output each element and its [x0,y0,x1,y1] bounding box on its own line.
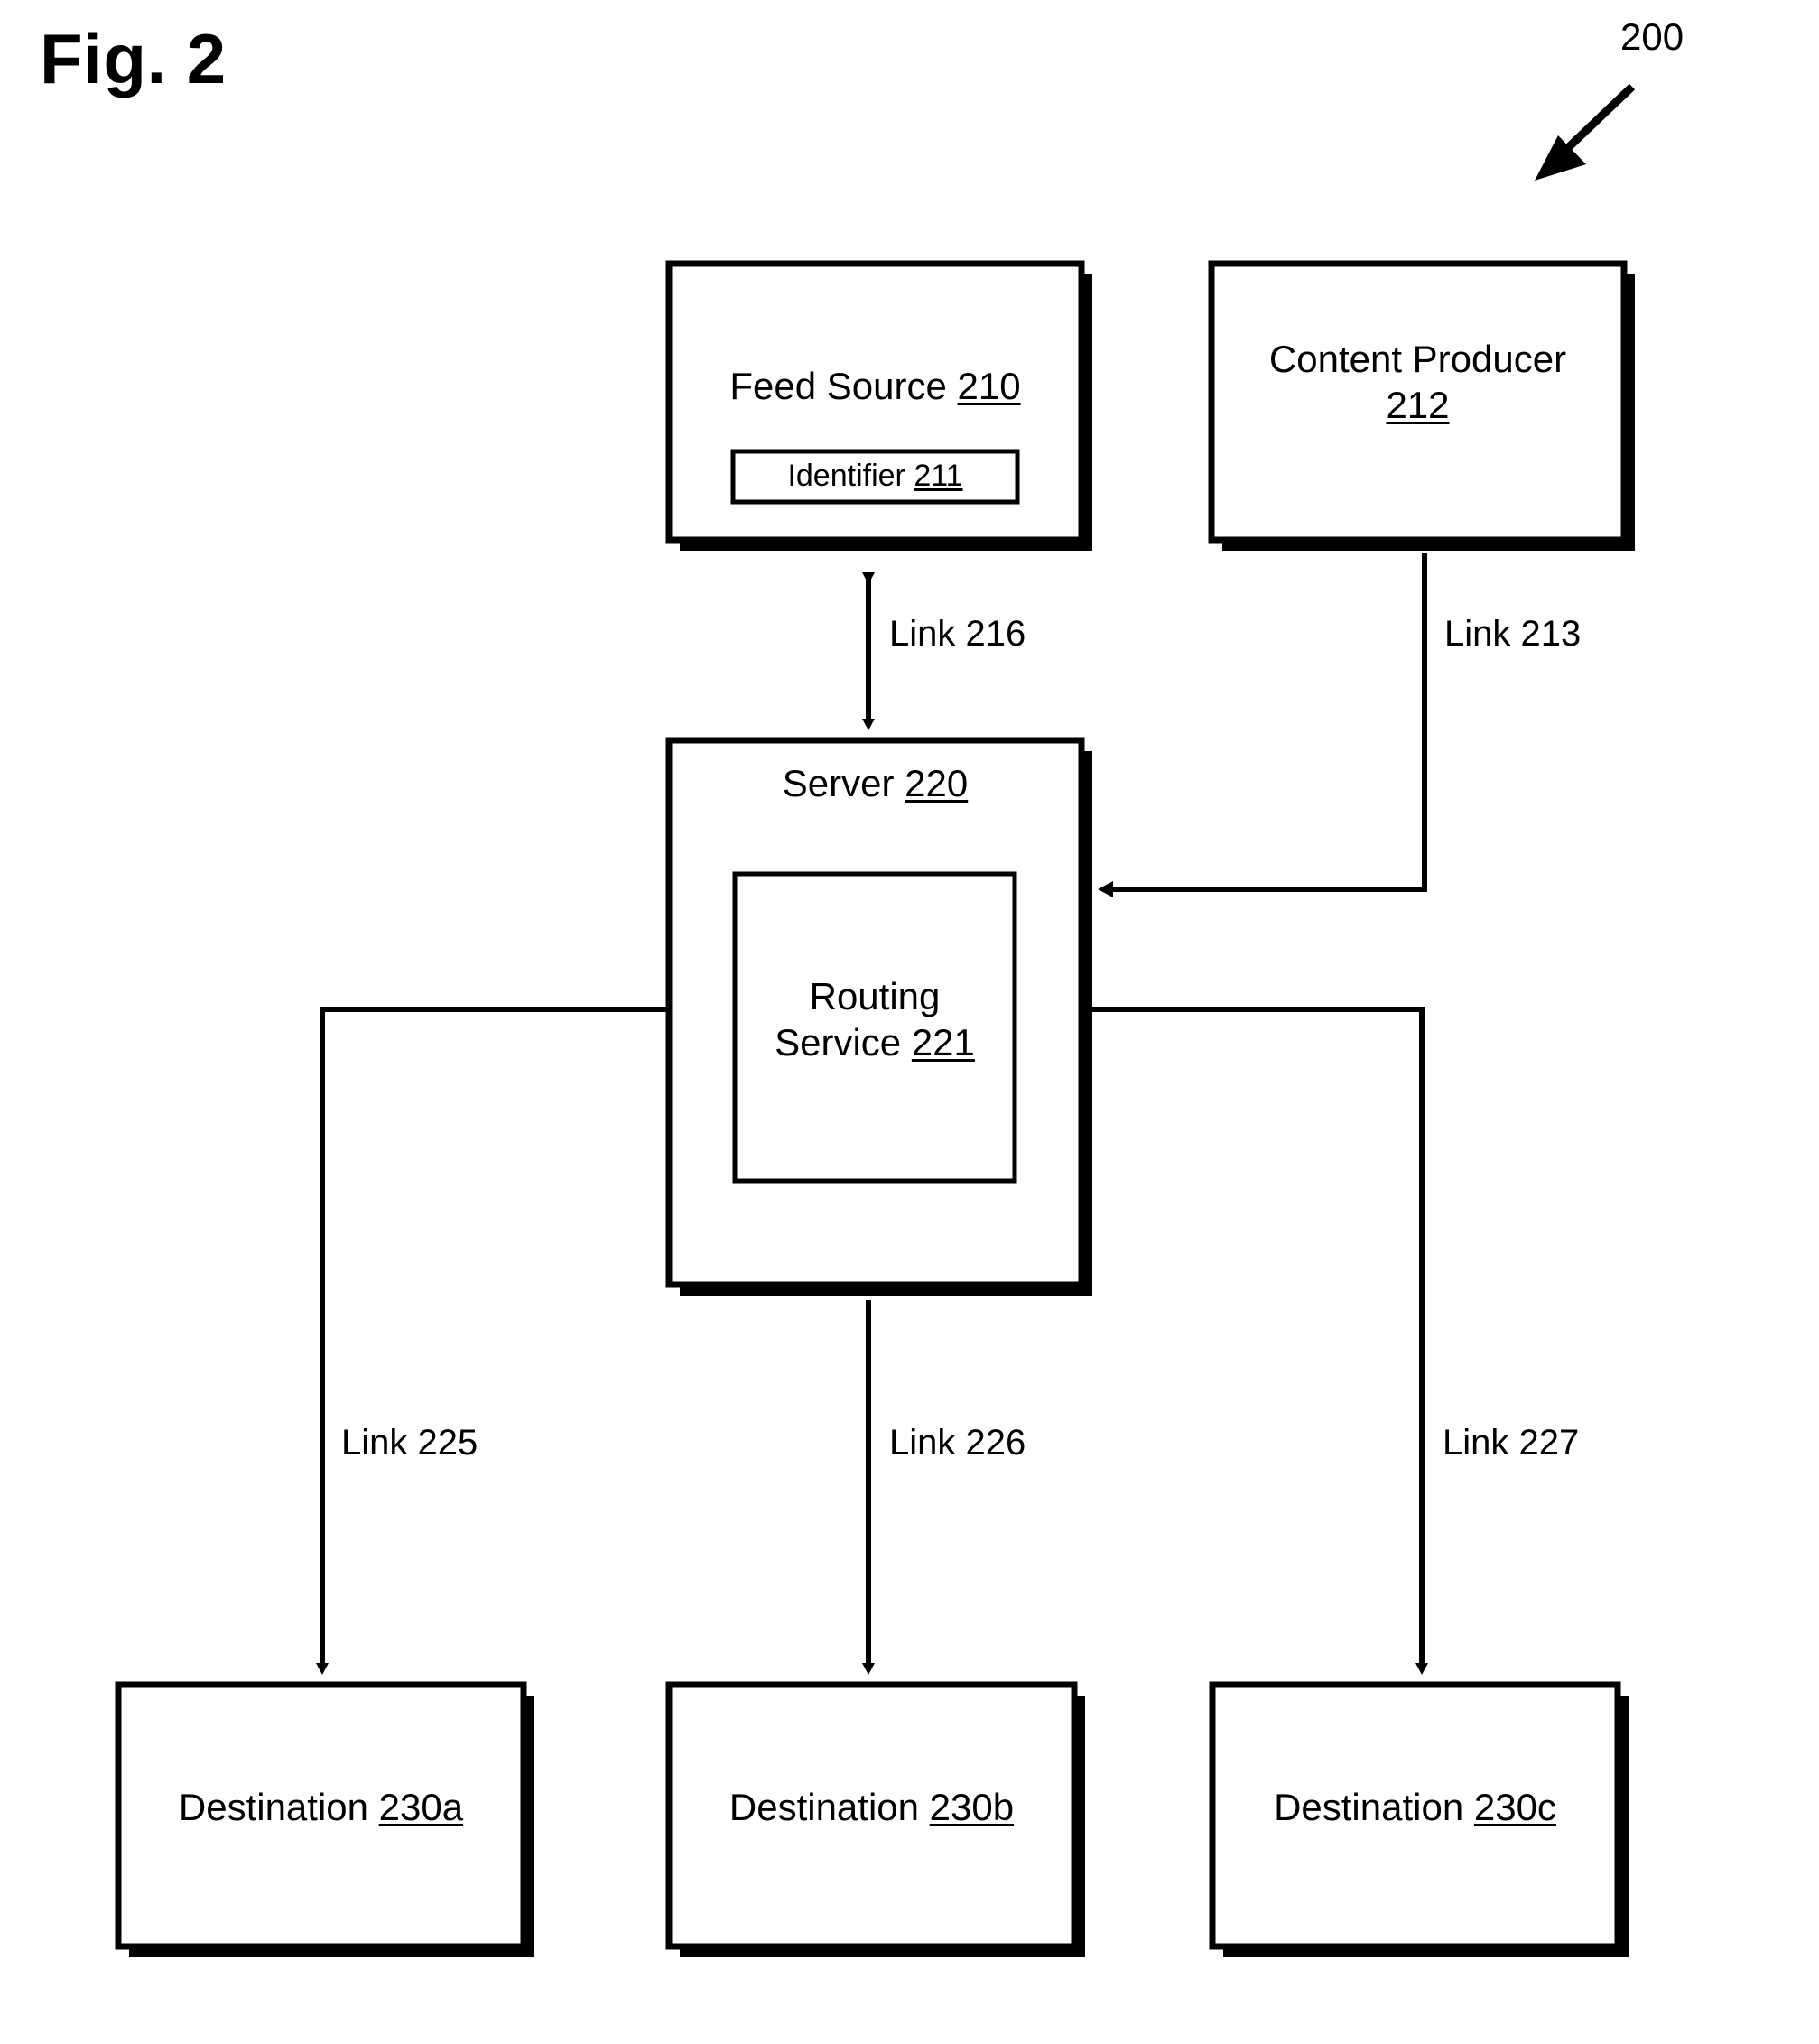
link-225-label: Link 225 [341,1423,478,1463]
identifier-numeral: 211 [914,459,963,493]
patent-figure: Fig. 2 200 Feed Source 210 Identifier 21… [0,0,1819,2044]
callout-arrow-200 [1535,83,1636,181]
link-226-label: Link 226 [889,1423,1026,1463]
link-213-label: Link 213 [1444,614,1582,654]
diagram-canvas [115,83,1636,1957]
destination-a-node[interactable] [115,1681,534,1957]
identifier-label: Identifier 211 [733,459,1017,494]
link-227-label: Link 227 [1443,1423,1580,1463]
server-node[interactable] [665,737,1092,1296]
link-227-connector [1081,1007,1428,1675]
content-producer-node[interactable] [1208,260,1635,551]
link-216-label: Link 216 [889,614,1026,654]
destination-b-node[interactable] [665,1681,1085,1957]
figure-reference-numeral: 200 [1620,15,1684,58]
link-225-connector [316,1007,666,1675]
identifier-name: Identifier [787,459,905,493]
figure-title: Fig. 2 [40,19,227,98]
destination-c-node[interactable] [1209,1681,1629,1957]
feed-source-node[interactable] [665,260,1092,551]
link-213-connector [1098,553,1427,897]
routing-service-inner-box [732,871,1017,1184]
